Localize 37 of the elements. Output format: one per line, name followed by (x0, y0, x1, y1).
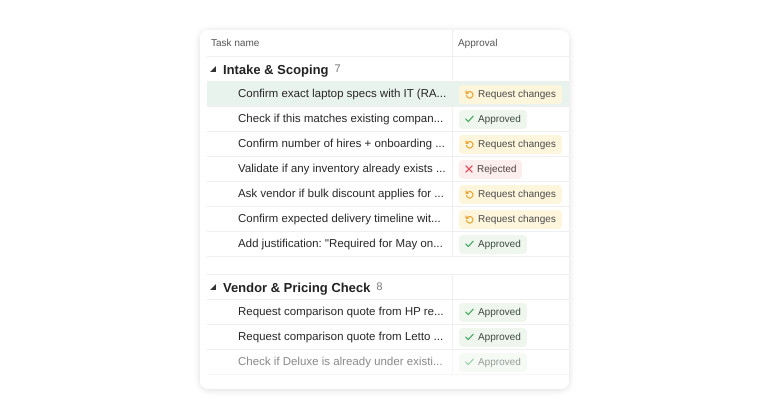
task-name[interactable]: Ask vendor if bulk discount applies for ... (207, 182, 453, 207)
task-name[interactable]: Confirm expected delivery timeline wit... (207, 207, 453, 232)
task-name[interactable]: Confirm exact laptop specs with IT (RA... (207, 82, 453, 107)
group-count: 7 (334, 63, 341, 75)
collapse-triangle-icon[interactable] (210, 66, 216, 72)
group-title: Vendor & Pricing Check (223, 280, 370, 294)
check-icon (465, 308, 474, 316)
check-icon (465, 333, 474, 341)
approval-status[interactable]: Request changes (459, 134, 562, 154)
task-name[interactable]: Confirm number of hires + onboarding ... (207, 132, 453, 157)
undo-icon (465, 190, 474, 198)
cross-icon (465, 165, 473, 173)
approval-status[interactable]: Request changes (459, 184, 562, 204)
check-icon (465, 358, 474, 366)
approval-status[interactable]: Rejected (459, 160, 522, 178)
undo-icon (465, 214, 474, 224)
group-title: Intake & Scoping (223, 62, 328, 76)
approval-status[interactable]: Request changes (459, 84, 562, 104)
task-name[interactable]: Request comparison quote from HP re... (207, 300, 453, 325)
approval-status[interactable]: Approved (459, 110, 527, 128)
collapse-triangle-icon[interactable] (210, 284, 216, 290)
task-name[interactable]: Check if Deluxe is already under existi... (207, 350, 453, 375)
task-name[interactable]: Check if this matches existing compan... (207, 107, 453, 132)
approval-status[interactable]: Approved (459, 234, 527, 254)
approval-status[interactable]: Request changes (459, 210, 562, 228)
column-header: Task name (207, 30, 453, 57)
task-name[interactable]: Add justification: "Required for May on... (207, 232, 453, 257)
check-icon (465, 115, 474, 123)
task-name[interactable]: Request comparison quote from Letto ... (207, 325, 453, 350)
approval-status[interactable]: Approved (459, 302, 527, 322)
column-header: Approval (453, 30, 569, 57)
undo-icon (465, 90, 474, 98)
task-name[interactable]: Validate if any inventory already exists ... (207, 157, 453, 182)
undo-icon (465, 140, 474, 148)
approval-status[interactable]: Approved (459, 328, 527, 346)
check-icon (465, 240, 474, 248)
group-count: 8 (376, 281, 382, 293)
